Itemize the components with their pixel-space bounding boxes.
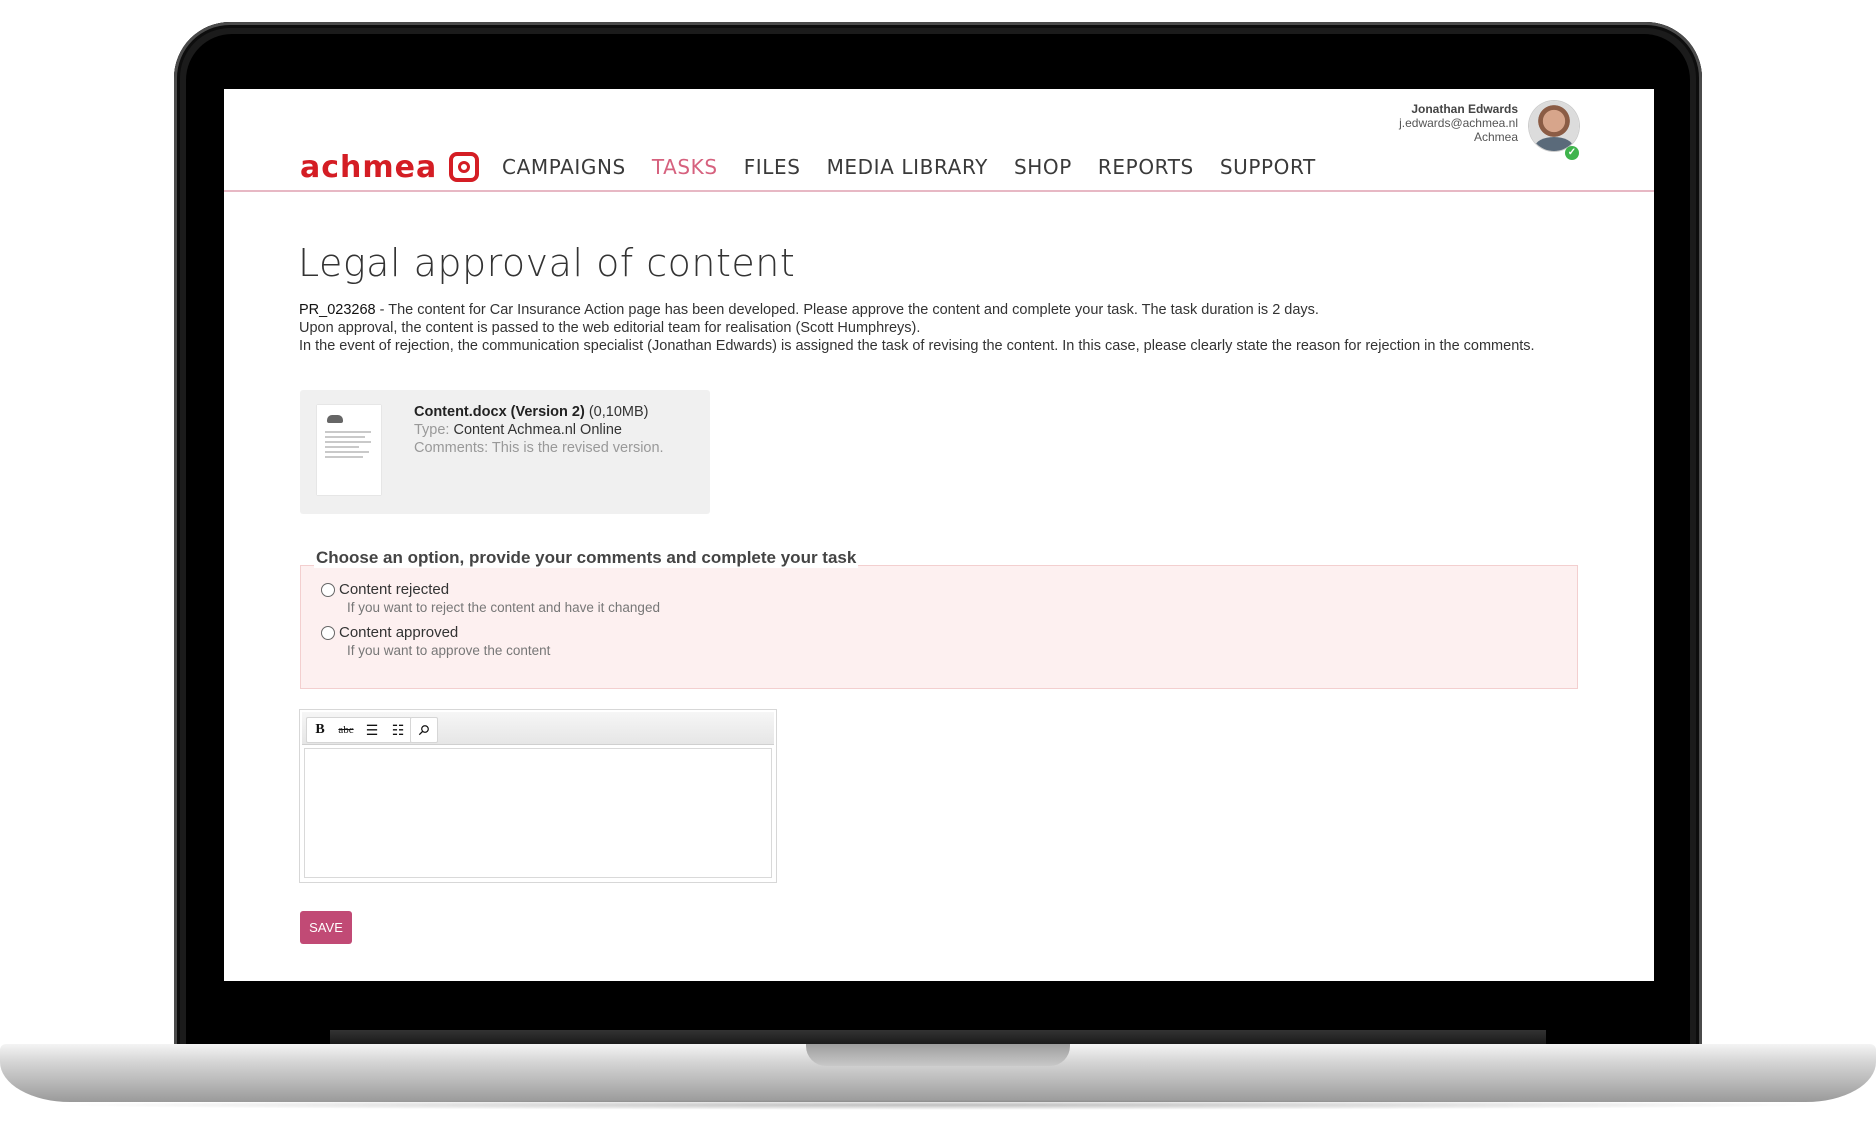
file-info: Content.docx (Version 2) (0,10MB) Type: … — [414, 403, 664, 457]
file-type-label: Type: — [414, 422, 450, 438]
option-label-approved[interactable]: Content approved — [339, 624, 458, 641]
radio-content-rejected[interactable] — [321, 582, 335, 597]
check-icon: ✓ — [1565, 146, 1579, 160]
logo-text: achmea — [300, 149, 438, 185]
formatting-group: B abc ☰ ☷ — [306, 717, 412, 743]
options-legend: Choose an option, provide your comments … — [314, 548, 859, 568]
thumbnail-line — [325, 441, 371, 443]
file-type-value: Content Achmea.nl Online — [453, 422, 622, 438]
document-thumbnail[interactable] — [317, 405, 381, 495]
thumbnail-line — [325, 446, 359, 448]
thumbnail-line — [325, 451, 369, 453]
option-hint-rejected: If you want to reject the content and ha… — [347, 600, 660, 615]
file-size: (0,10MB) — [588, 404, 649, 420]
avatar[interactable] — [1529, 101, 1579, 151]
description-line-1: PR_023268 - The content for Car Insuranc… — [299, 301, 1559, 319]
user-info: Jonathan Edwards j.edwards@achmea.nl Ach… — [1399, 102, 1518, 144]
nav-divider — [224, 190, 1654, 192]
app-screen: Jonathan Edwards j.edwards@achmea.nl Ach… — [224, 89, 1654, 981]
nav-item-reports[interactable]: REPORTS — [1098, 155, 1194, 179]
task-description: PR_023268 - The content for Car Insuranc… — [299, 301, 1559, 355]
description-line-3: In the event of rejection, the communica… — [299, 338, 1535, 354]
file-card[interactable]: Content.docx (Version 2) (0,10MB) Type: … — [300, 390, 710, 514]
comment-editor: B abc ☰ ☷ ⚲ — [299, 709, 777, 883]
page-title: Legal approval of content — [298, 241, 796, 285]
options-panel: Content rejected If you want to reject t… — [300, 565, 1578, 689]
main-nav: CAMPAIGNS TASKS FILES MEDIA LIBRARY SHOP… — [502, 155, 1342, 179]
file-comments-value: This is the revised version. — [491, 440, 664, 456]
editor-toolbar: B abc ☰ ☷ ⚲ — [302, 712, 774, 745]
nav-item-campaigns[interactable]: CAMPAIGNS — [502, 155, 626, 179]
logo-mark-icon — [449, 152, 480, 182]
laptop-hinge — [330, 1030, 1546, 1044]
file-title-row: Content.docx (Version 2) (0,10MB) — [414, 403, 664, 421]
thumbnail-car-icon — [327, 415, 343, 423]
description-line-2: Upon approval, the content is passed to … — [299, 320, 921, 336]
nav-item-support[interactable]: SUPPORT — [1220, 155, 1316, 179]
thumbnail-line — [325, 456, 363, 458]
option-label-rejected[interactable]: Content rejected — [339, 581, 449, 598]
user-company: Achmea — [1473, 130, 1518, 144]
file-type-row: Type: Content Achmea.nl Online — [414, 421, 664, 439]
nav-item-files[interactable]: FILES — [744, 155, 801, 179]
laptop-notch — [806, 1044, 1070, 1066]
nav-item-tasks[interactable]: TASKS — [652, 155, 718, 179]
user-name: Jonathan Edwards — [1411, 102, 1518, 116]
nav-item-shop[interactable]: SHOP — [1014, 155, 1072, 179]
option-content-rejected[interactable]: Content rejected — [321, 581, 449, 598]
option-content-approved[interactable]: Content approved — [321, 624, 458, 641]
option-hint-approved: If you want to approve the content — [347, 643, 551, 658]
strikethrough-icon[interactable]: abc — [333, 718, 359, 742]
thumbnail-line — [325, 436, 365, 438]
description-text-1: - The content for Car Insurance Action p… — [375, 302, 1319, 318]
thumbnail-line — [325, 431, 371, 433]
achmea-logo[interactable]: achmea — [300, 149, 480, 185]
project-id: PR_023268 — [299, 302, 376, 318]
file-comments-label: Comments: — [414, 440, 489, 456]
file-comments-row: Comments: This is the revised version. — [414, 439, 664, 457]
bold-icon[interactable]: B — [307, 718, 333, 742]
save-button[interactable]: SAVE — [300, 911, 352, 944]
bullet-list-icon[interactable]: ☰ — [359, 718, 385, 742]
radio-content-approved[interactable] — [321, 625, 335, 640]
laptop-shadow — [40, 1100, 1836, 1110]
file-name[interactable]: Content.docx (Version 2) — [414, 404, 585, 420]
user-email: j.edwards@achmea.nl — [1399, 116, 1518, 130]
attachment-icon[interactable]: ⚲ — [406, 712, 441, 747]
comment-textarea[interactable] — [304, 748, 772, 878]
attachment-group: ⚲ — [410, 717, 438, 743]
nav-item-media-library[interactable]: MEDIA LIBRARY — [827, 155, 988, 179]
